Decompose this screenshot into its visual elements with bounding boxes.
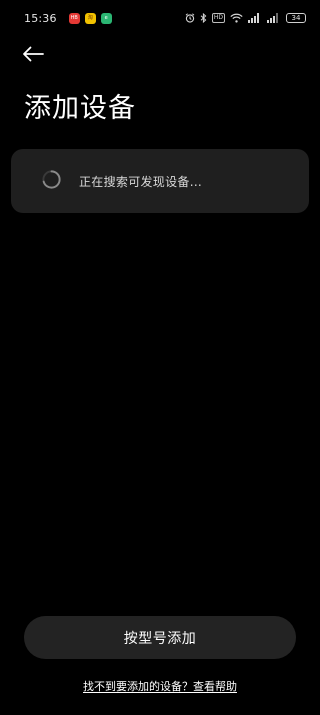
help-link-container: 找不到要添加的设备？查看帮助 [0,678,320,694]
signal-strength-icon-sim2 [267,13,278,23]
bluetooth-icon [200,13,207,23]
battery-level: 34 [291,13,301,22]
add-by-model-button[interactable]: 按型号添加 [24,616,296,659]
green-app-icon: e [100,12,112,24]
search-status-text: 正在搜索可发现设备... [79,175,203,189]
hd-voice-badge: HD [211,13,225,23]
help-link[interactable]: 找不到要添加的设备？查看帮助 [83,680,237,693]
page-title: 添加设备 [24,93,136,124]
signal-strength-icon-sim1 [248,13,259,23]
back-button[interactable] [22,42,50,66]
battery-icon: 34 [286,13,306,23]
wifi-icon [230,13,243,23]
back-arrow-icon [23,46,44,62]
add-device-screen: 15:36 HB 淘 e HD 34 添加设备 正在搜索可发现设备... 按型号… [0,0,320,715]
red-app-icon: HB [68,12,80,24]
yellow-app-icon: 淘 [84,12,96,24]
notification-app-icons: HB 淘 e [68,12,112,24]
status-indicators: HD 34 [185,13,306,23]
status-bar: 15:36 HB 淘 e HD 34 [0,0,320,36]
status-time: 15:36 [24,11,57,25]
alarm-clock-icon [185,13,195,23]
device-search-card: 正在搜索可发现设备... [11,149,309,213]
loading-spinner-icon [42,170,61,189]
